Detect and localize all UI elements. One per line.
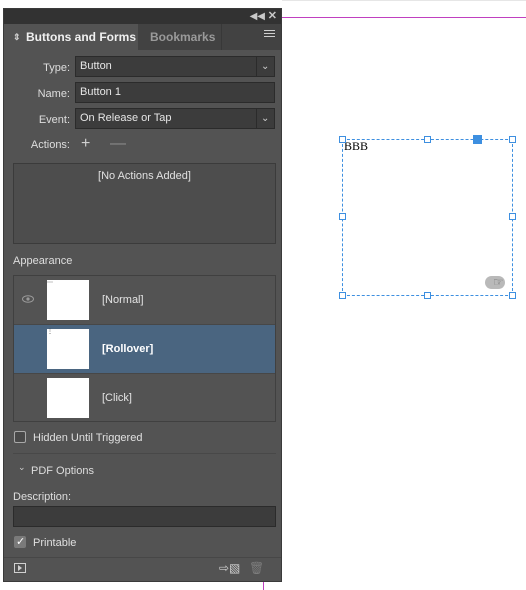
tab-buttons-and-forms[interactable]: ⇕ Buttons and Forms: [4, 24, 138, 50]
resize-handle-middle-right[interactable]: [509, 213, 516, 220]
thumbnail-marks: ⋯: [47, 280, 53, 286]
panel-footer: ⇨▧ 🗑: [4, 557, 281, 581]
pdf-options-toggle[interactable]: PDF Options: [31, 465, 94, 477]
resize-handle-middle-left[interactable]: [339, 213, 346, 220]
hidden-until-triggered-checkbox[interactable]: [14, 431, 26, 443]
actions-list[interactable]: [No Actions Added]: [13, 163, 276, 244]
buttons-and-forms-panel: ◀◀ ✕ ⇕ Buttons and Forms Bookmarks Type:…: [3, 8, 282, 582]
chevron-down-icon[interactable]: ⌄: [18, 462, 26, 473]
thumbnail-marks: ⋮: [47, 329, 53, 335]
state-thumbnail: ⋯: [47, 280, 89, 320]
resize-handle-bottom-middle[interactable]: [424, 292, 431, 299]
divider: [13, 453, 276, 454]
actions-label: Actions:: [30, 139, 70, 151]
panel-menu-icon[interactable]: [264, 30, 275, 41]
chevron-down-icon: ⌄: [261, 61, 270, 72]
trash-icon[interactable]: 🗑: [249, 561, 264, 575]
type-value: Button: [80, 60, 112, 72]
state-thumbnail: [47, 378, 89, 418]
state-row-click[interactable]: [Click]: [14, 374, 275, 423]
event-value: On Release or Tap: [80, 112, 172, 124]
state-label: [Click]: [102, 392, 132, 404]
eye-icon[interactable]: [22, 295, 34, 303]
page-edge: [282, 0, 526, 1]
resize-handle-top-right[interactable]: [509, 136, 516, 143]
appearance-states-list: ⋯ [Normal] ⋮ [Rollover] [Click]: [13, 275, 276, 422]
preview-icon[interactable]: [14, 563, 26, 573]
tab-bookmarks[interactable]: Bookmarks: [138, 24, 222, 50]
tab-label: Buttons and Forms: [26, 30, 136, 44]
type-dropdown[interactable]: ⌄: [256, 57, 274, 76]
state-label: [Rollover]: [102, 343, 154, 355]
description-field[interactable]: [13, 506, 276, 527]
type-select[interactable]: Button ⌄: [75, 56, 275, 77]
appearance-label: Appearance: [13, 255, 73, 267]
hidden-until-triggered-label: Hidden Until Triggered: [33, 432, 143, 444]
event-label: Event:: [38, 114, 70, 126]
button-frame-text: BBB: [344, 139, 369, 153]
resize-handle-bottom-left[interactable]: [339, 292, 346, 299]
printable-label: Printable: [33, 537, 77, 549]
tab-label: Bookmarks: [150, 30, 216, 44]
resize-handle-bottom-right[interactable]: [509, 292, 516, 299]
name-value: Button 1: [80, 86, 121, 98]
state-row-rollover[interactable]: ⋮ [Rollover]: [14, 325, 275, 374]
actions-empty-text: [No Actions Added]: [98, 170, 191, 182]
type-label: Type:: [43, 62, 70, 74]
plus-icon[interactable]: +: [81, 135, 90, 153]
chevron-down-icon: ⌄: [261, 113, 270, 124]
panel-tabbar: ⇕ Buttons and Forms Bookmarks: [4, 24, 281, 50]
collapse-panel-icon[interactable]: ◀◀: [250, 9, 265, 24]
minus-icon[interactable]: —: [110, 135, 126, 153]
convert-object-icon[interactable]: ⇨▧: [219, 561, 240, 575]
close-icon[interactable]: ✕: [268, 9, 277, 24]
state-thumbnail: ⋮: [47, 329, 89, 369]
margin-guide-vertical: [263, 582, 264, 590]
resize-handle-top-left[interactable]: [339, 136, 346, 143]
updown-arrows-icon: ⇕: [13, 32, 21, 42]
margin-guide-horizontal: [282, 17, 526, 18]
event-select[interactable]: On Release or Tap ⌄: [75, 108, 275, 129]
name-field[interactable]: Button 1: [75, 82, 275, 103]
resize-handle-top-middle[interactable]: [424, 136, 431, 143]
state-label: [Normal]: [102, 294, 144, 306]
event-dropdown[interactable]: ⌄: [256, 109, 274, 128]
printable-checkbox[interactable]: [14, 535, 26, 548]
description-label: Description:: [13, 491, 72, 503]
state-row-normal[interactable]: ⋯ [Normal]: [14, 276, 275, 325]
name-label: Name:: [37, 88, 70, 100]
panel-titlebar[interactable]: ◀◀ ✕: [4, 9, 281, 24]
button-frame[interactable]: [342, 139, 513, 296]
button-badge-icon[interactable]: ☞: [485, 275, 505, 289]
content-grabber-handle[interactable]: [473, 135, 482, 144]
